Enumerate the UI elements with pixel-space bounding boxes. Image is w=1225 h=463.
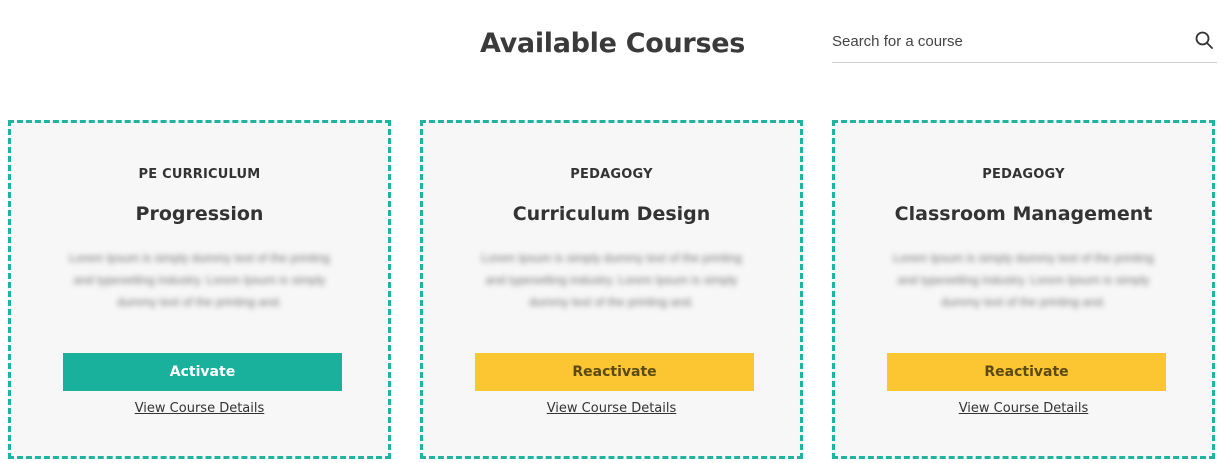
- course-title: Progression: [135, 203, 264, 225]
- course-title: Classroom Management: [894, 203, 1153, 225]
- course-card-progression: PE CURRICULUM Progression Lorem Ipsum is…: [8, 120, 391, 459]
- course-category: PEDAGOGY: [982, 167, 1065, 182]
- course-description: Lorem Ipsum is simply dummy text of the …: [893, 251, 1154, 309]
- search-bar: [832, 22, 1217, 63]
- course-card-classroom-management: PEDAGOGY Classroom Management Lorem Ipsu…: [832, 120, 1215, 459]
- view-course-details-link[interactable]: View Course Details: [423, 401, 800, 416]
- reactivate-button[interactable]: Reactivate: [887, 353, 1166, 391]
- course-description: Lorem Ipsum is simply dummy text of the …: [69, 251, 330, 309]
- search-icon[interactable]: [1195, 31, 1213, 49]
- view-course-details-link[interactable]: View Course Details: [11, 401, 388, 416]
- view-course-details-link[interactable]: View Course Details: [835, 401, 1212, 416]
- course-category: PE CURRICULUM: [138, 167, 261, 182]
- activate-button[interactable]: Activate: [63, 353, 342, 391]
- course-description: Lorem Ipsum is simply dummy text of the …: [481, 251, 742, 309]
- reactivate-button[interactable]: Reactivate: [475, 353, 754, 391]
- course-title: Curriculum Design: [512, 203, 711, 225]
- search-input[interactable]: [832, 30, 1172, 52]
- course-card-curriculum-design: PEDAGOGY Curriculum Design Lorem Ipsum i…: [420, 120, 803, 459]
- course-category: PEDAGOGY: [570, 167, 653, 182]
